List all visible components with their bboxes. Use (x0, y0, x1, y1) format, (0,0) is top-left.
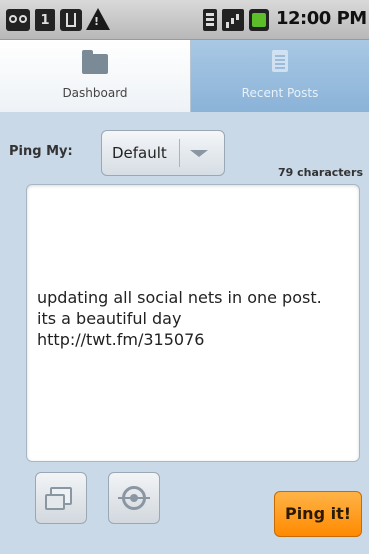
tab-label: Recent Posts (241, 86, 319, 100)
signal-icon (222, 9, 244, 31)
warning-mark: ! (94, 15, 100, 28)
status-time: 12:00 PM (276, 8, 367, 29)
ping-my-label: Ping My: (9, 144, 73, 159)
ping-target-value: Default (112, 144, 167, 162)
ping-target-select[interactable]: Default (101, 130, 225, 176)
wifi-icon (203, 9, 217, 31)
usb-icon (60, 9, 82, 31)
battery-icon (249, 9, 269, 31)
character-count: 79 characters (278, 166, 363, 179)
add-location-button[interactable] (108, 472, 160, 524)
chevron-down-icon (190, 150, 208, 157)
tab-dashboard[interactable]: Dashboard (0, 40, 191, 112)
voicemail-icon (6, 9, 30, 31)
gallery-icon (45, 487, 72, 510)
list-icon (272, 50, 288, 72)
post-text: updating all social nets in one post. it… (37, 288, 332, 349)
calendar-icon: 1 (35, 9, 55, 31)
tab-label: Dashboard (62, 86, 128, 100)
post-textarea[interactable]: updating all social nets in one post. it… (26, 184, 360, 462)
location-icon (118, 486, 150, 510)
tab-recent-posts[interactable]: Recent Posts (191, 40, 369, 112)
folder-icon (82, 50, 108, 74)
attach-photo-button[interactable] (35, 472, 87, 524)
tab-bar: Dashboard Recent Posts (0, 40, 369, 112)
status-bar: 1 ! 12:00 PM (0, 0, 369, 40)
ping-it-button[interactable]: Ping it! (274, 491, 362, 537)
select-divider (179, 139, 180, 167)
